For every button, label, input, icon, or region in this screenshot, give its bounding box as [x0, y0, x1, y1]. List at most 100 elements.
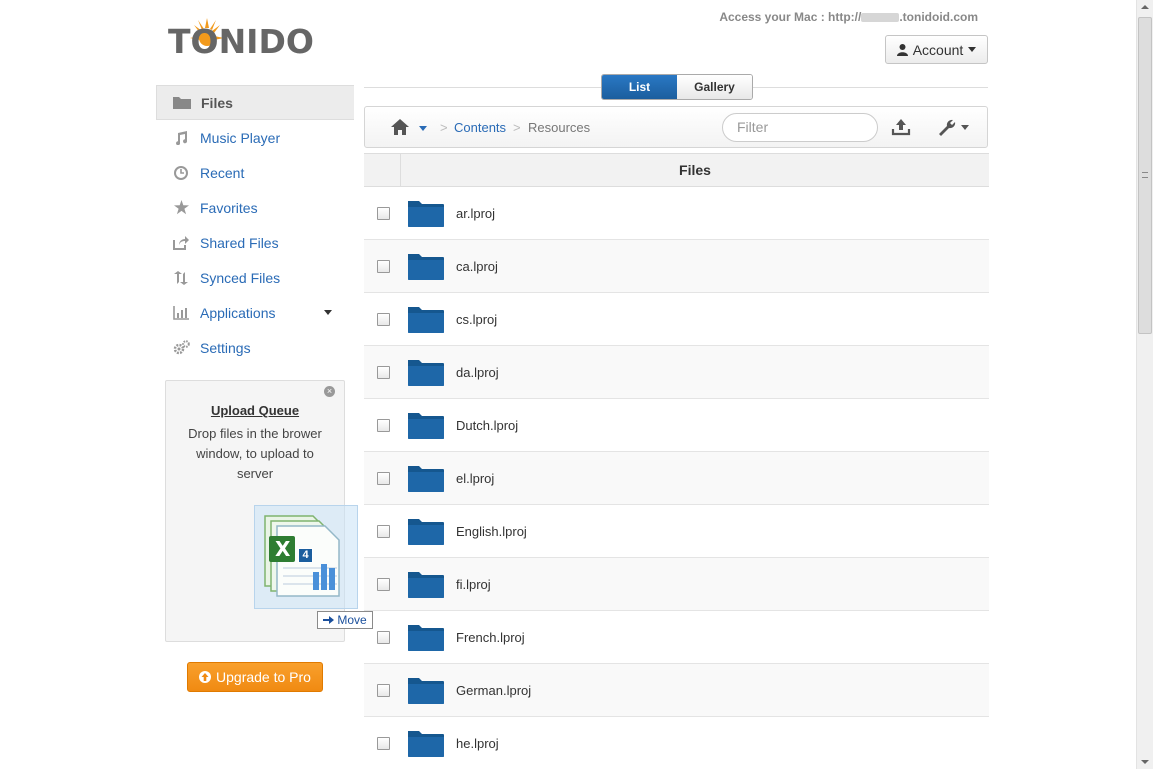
- logo-text: TONIDO: [168, 22, 314, 61]
- table-row[interactable]: German.lproj: [364, 664, 989, 717]
- row-checkbox[interactable]: [377, 577, 390, 591]
- file-name[interactable]: el.lproj: [456, 471, 494, 486]
- sidebar-item-settings[interactable]: Settings: [156, 330, 354, 365]
- chevron-down-icon[interactable]: [961, 125, 969, 130]
- upgrade-arrow-icon: [199, 671, 212, 683]
- folder-icon: [408, 201, 444, 227]
- file-name[interactable]: he.lproj: [456, 736, 499, 751]
- folder-icon: [408, 572, 444, 598]
- sidebar-item-applications[interactable]: Applications: [156, 295, 354, 330]
- upload-icon[interactable]: [891, 117, 911, 137]
- table-row[interactable]: he.lproj: [364, 717, 989, 769]
- home-icon[interactable]: [390, 118, 410, 136]
- file-name[interactable]: ar.lproj: [456, 206, 495, 221]
- upload-queue-instructions: Drop files in the brower window, to uplo…: [188, 426, 322, 481]
- folder-icon: [408, 413, 444, 439]
- folder-icon: [408, 731, 444, 757]
- move-label: Move: [337, 613, 367, 627]
- file-name[interactable]: French.lproj: [456, 630, 525, 645]
- breadcrumb-separator: >: [513, 120, 521, 135]
- table-header: Files: [364, 153, 989, 187]
- view-toggle: List Gallery: [601, 74, 753, 100]
- svg-text:X: X: [275, 537, 291, 561]
- upgrade-button[interactable]: Upgrade to Pro: [187, 662, 323, 692]
- folder-icon: [408, 519, 444, 545]
- row-checkbox[interactable]: [377, 736, 390, 750]
- breadcrumb-separator: >: [440, 120, 448, 135]
- row-checkbox[interactable]: [377, 524, 390, 538]
- chevron-down-icon[interactable]: [324, 310, 332, 315]
- row-checkbox[interactable]: [377, 471, 390, 485]
- file-toolbar: > Contents > Resources Filter: [364, 106, 988, 148]
- upgrade-label: Upgrade to Pro: [216, 669, 311, 685]
- file-name[interactable]: Dutch.lproj: [456, 418, 518, 433]
- sidebar-item-label: Settings: [200, 339, 251, 356]
- row-checkbox[interactable]: [377, 206, 390, 220]
- table-row[interactable]: fi.lproj: [364, 558, 989, 611]
- file-name[interactable]: cs.lproj: [456, 312, 497, 327]
- gear-icon: [172, 340, 190, 356]
- table-row[interactable]: French.lproj: [364, 611, 989, 664]
- sidebar-item-label: Favorites: [200, 199, 258, 216]
- folder-icon: [173, 95, 191, 111]
- row-checkbox[interactable]: [377, 683, 390, 697]
- sidebar-item-label: Files: [201, 94, 233, 111]
- folder-icon: [408, 678, 444, 704]
- account-button[interactable]: Account: [885, 35, 988, 64]
- row-checkbox[interactable]: [377, 365, 390, 379]
- scrollbar-thumb[interactable]: [1138, 17, 1152, 334]
- file-name[interactable]: English.lproj: [456, 524, 527, 539]
- row-checkbox[interactable]: [377, 418, 390, 432]
- folder-icon: [408, 307, 444, 333]
- close-icon[interactable]: ×: [324, 386, 335, 397]
- page: TONIDO Access your Mac : http:// .tonidoi…: [0, 0, 1153, 769]
- breadcrumb-contents[interactable]: Contents: [454, 120, 506, 135]
- sidebar-item-music-player[interactable]: Music Player: [156, 120, 354, 155]
- scroll-up-arrow[interactable]: [1141, 5, 1149, 9]
- clock-icon: [172, 165, 190, 181]
- file-name[interactable]: ca.lproj: [456, 259, 498, 274]
- scroll-down-arrow[interactable]: [1141, 760, 1149, 764]
- row-checkbox[interactable]: [377, 312, 390, 326]
- sidebar-item-label: Music Player: [200, 129, 281, 146]
- table-row[interactable]: cs.lproj: [364, 293, 989, 346]
- table-row[interactable]: el.lproj: [364, 452, 989, 505]
- sidebar-item-shared-files[interactable]: Shared Files: [156, 225, 354, 260]
- star-icon: [172, 200, 190, 216]
- table-row[interactable]: ca.lproj: [364, 240, 989, 293]
- file-name[interactable]: German.lproj: [456, 683, 531, 698]
- table-body: ar.lproj ca.lproj cs.lproj da.lproj Dutch.lp…: [364, 187, 989, 769]
- sidebar-item-files[interactable]: Files: [156, 85, 354, 120]
- table-row[interactable]: Dutch.lproj: [364, 399, 989, 452]
- row-checkbox[interactable]: [377, 259, 390, 273]
- sidebar-item-favorites[interactable]: Favorites: [156, 190, 354, 225]
- table-row[interactable]: English.lproj: [364, 505, 989, 558]
- drag-count-badge: 4: [298, 548, 313, 563]
- sidebar-item-recent[interactable]: Recent: [156, 155, 354, 190]
- filter-input[interactable]: Filter: [722, 113, 878, 142]
- list-view-button[interactable]: List: [602, 75, 677, 99]
- account-label: Account: [912, 41, 964, 58]
- wrench-icon[interactable]: [937, 117, 957, 137]
- chevron-down-icon[interactable]: [419, 126, 427, 131]
- row-checkbox[interactable]: [377, 630, 390, 644]
- access-prefix: Access your Mac : http://: [719, 10, 862, 24]
- arrow-right-icon: [323, 616, 335, 624]
- sidebar-item-label: Recent: [200, 164, 245, 181]
- sidebar-item-label: Shared Files: [200, 234, 279, 251]
- share-icon: [172, 235, 190, 251]
- grip-icon: [1142, 172, 1148, 178]
- files-table: Files ar.lproj ca.lproj cs.lproj da.lproj Du…: [364, 153, 989, 769]
- access-suffix: .tonidoid.com: [899, 10, 978, 24]
- upload-queue-title: Upload Queue: [210, 403, 300, 418]
- sidebar-item-synced-files[interactable]: Synced Files: [156, 260, 354, 295]
- file-name[interactable]: da.lproj: [456, 365, 499, 380]
- tonido-logo[interactable]: TONIDO: [168, 18, 318, 64]
- gallery-view-button[interactable]: Gallery: [677, 75, 752, 99]
- table-row[interactable]: da.lproj: [364, 346, 989, 399]
- table-row[interactable]: ar.lproj: [364, 187, 989, 240]
- files-column-header[interactable]: Files: [401, 154, 989, 186]
- sidebar: Files Music Player Recent Favorites Shar…: [156, 85, 354, 365]
- file-name[interactable]: fi.lproj: [456, 577, 491, 592]
- vertical-scrollbar[interactable]: [1136, 0, 1153, 769]
